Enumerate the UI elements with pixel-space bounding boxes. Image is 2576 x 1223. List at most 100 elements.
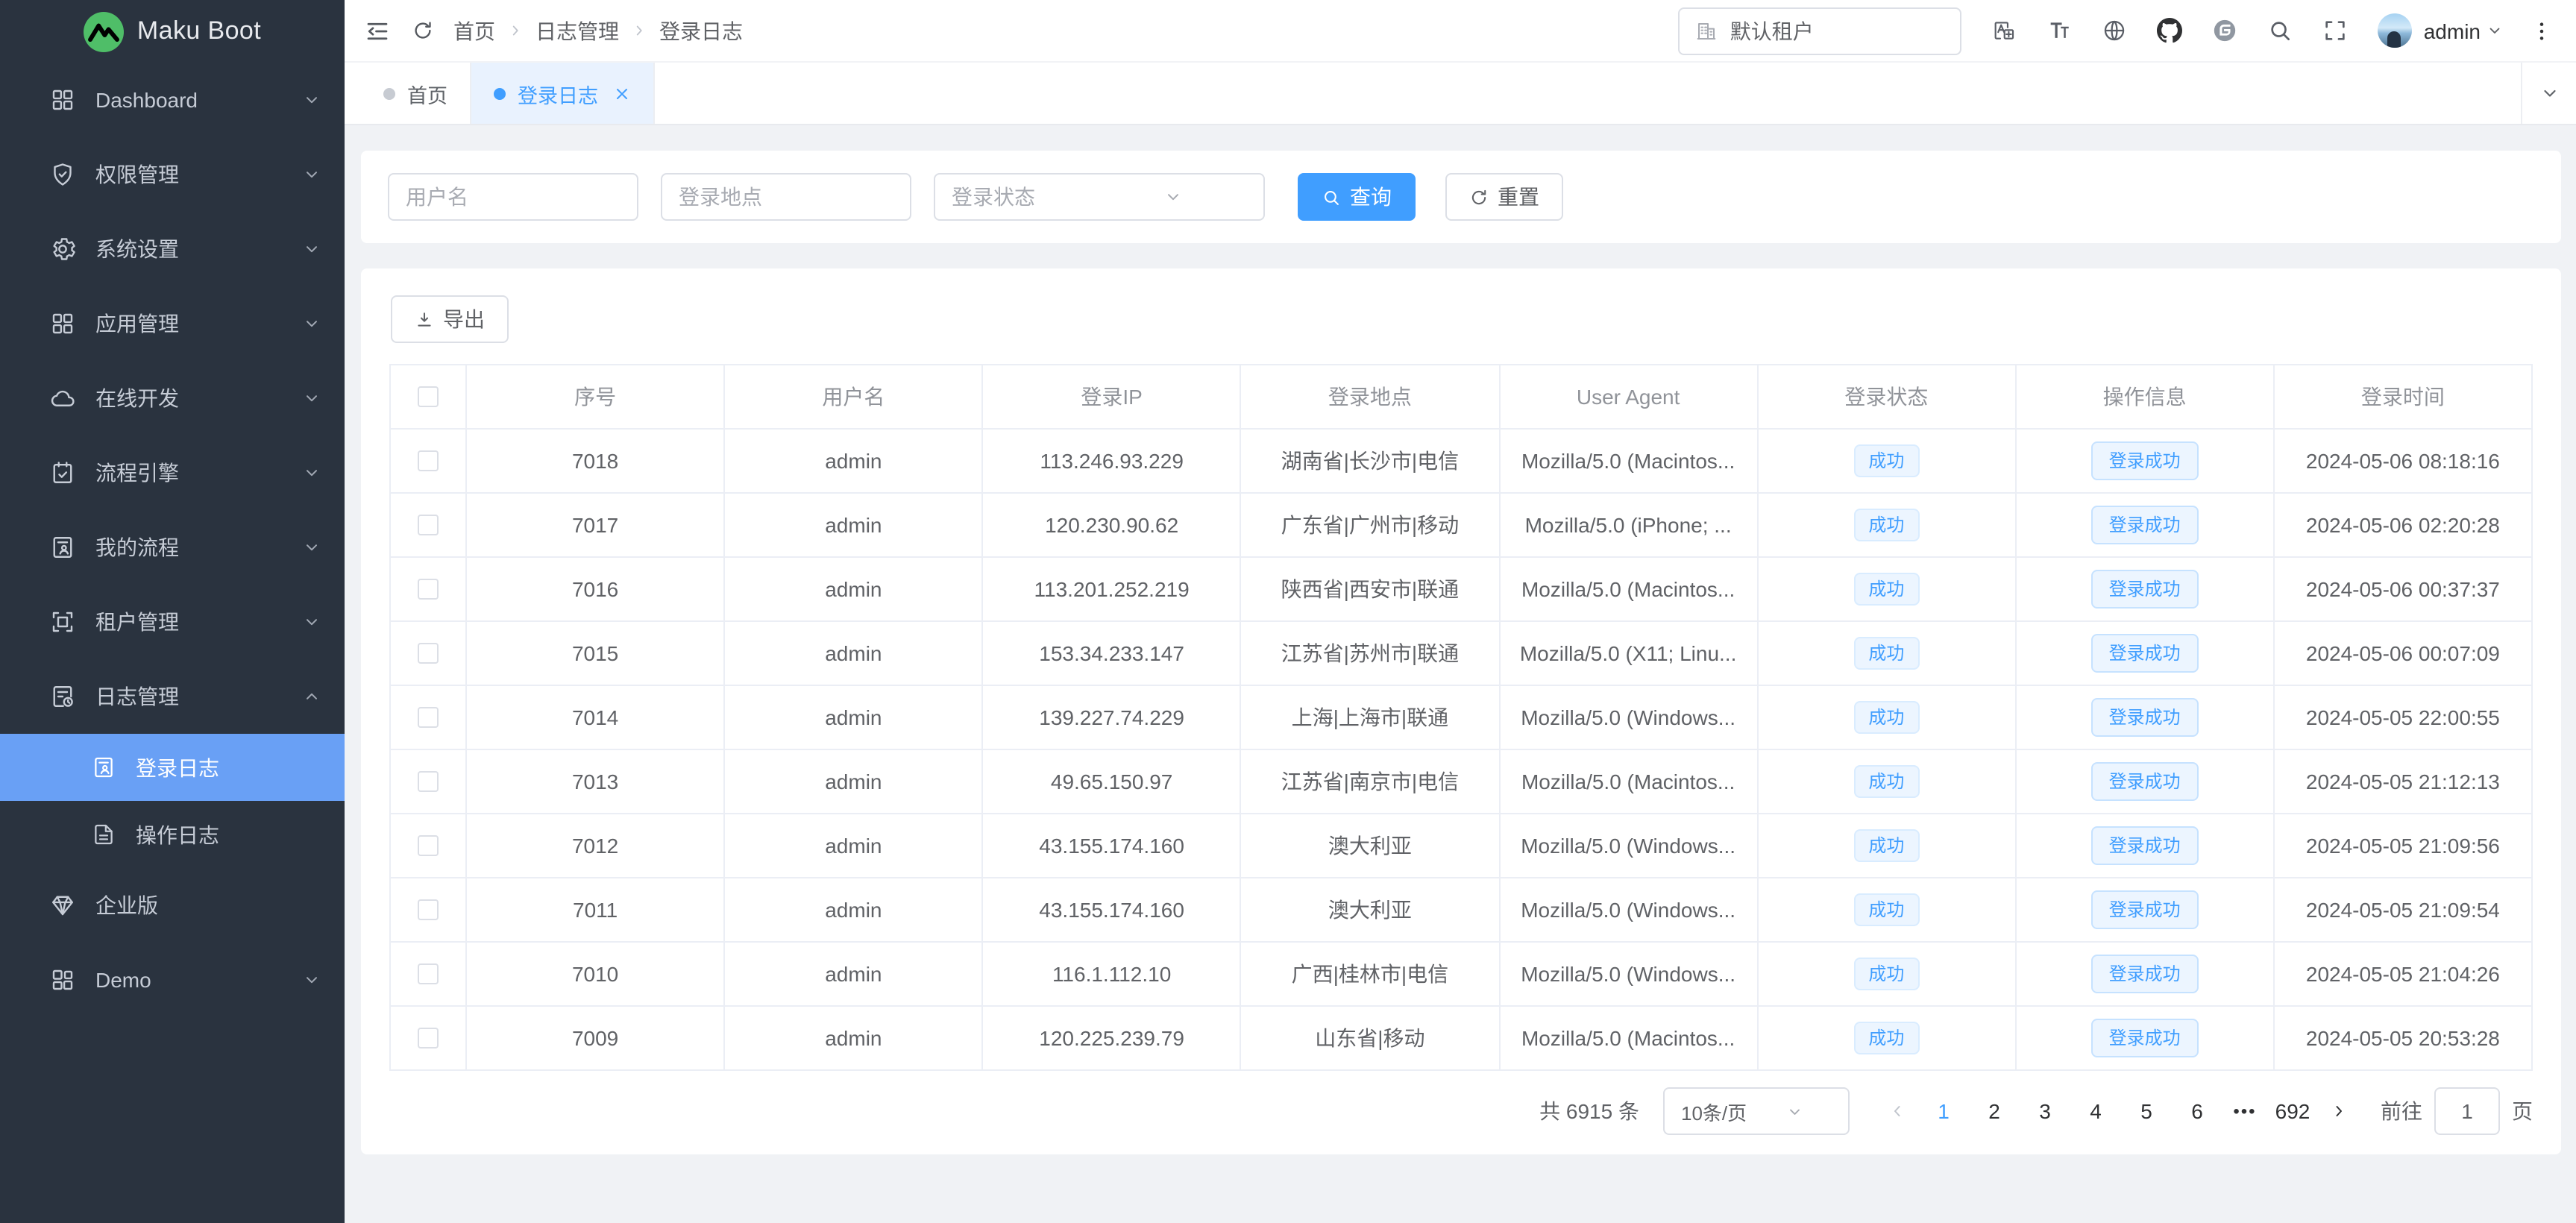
- operation-info-button[interactable]: 登录成功: [2091, 441, 2199, 480]
- tenant-select[interactable]: 默认租户: [1678, 7, 1961, 54]
- table-row: 7012admin43.155.174.160澳大利亚Mozilla/5.0 (…: [391, 814, 2533, 878]
- operation-info-button[interactable]: 登录成功: [2091, 698, 2199, 737]
- username-input[interactable]: [388, 173, 638, 221]
- page-button[interactable]: 2: [1969, 1087, 2020, 1135]
- username-label[interactable]: admin: [2424, 19, 2481, 43]
- row-checkbox[interactable]: [418, 835, 439, 856]
- more-pages-button[interactable]: •••: [2222, 1087, 2267, 1135]
- font-size-icon[interactable]: [2046, 18, 2072, 43]
- sidebar-item-my-flow[interactable]: 我的流程: [0, 510, 345, 585]
- chevron-down-icon[interactable]: [2487, 22, 2503, 39]
- page-size-value: 10条/页: [1681, 1097, 1756, 1125]
- more-options-icon[interactable]: [2530, 19, 2554, 43]
- row-checkbox[interactable]: [418, 579, 439, 600]
- tab-login-log[interactable]: 登录日志: [471, 63, 655, 124]
- translate-icon[interactable]: [1991, 18, 2017, 43]
- sidebar-item-system[interactable]: 系统设置: [0, 212, 345, 286]
- tab-dot-icon: [383, 87, 395, 99]
- search-button[interactable]: 查询: [1298, 173, 1416, 221]
- breadcrumb-home[interactable]: 首页: [453, 16, 495, 45]
- tabs-bar: 首页 登录日志: [345, 63, 2576, 125]
- goto-page-input[interactable]: [2434, 1087, 2500, 1135]
- row-checkbox[interactable]: [418, 771, 439, 792]
- export-button[interactable]: 导出: [391, 295, 509, 343]
- row-checkbox[interactable]: [418, 899, 439, 920]
- pagination-total: 共 6915 条: [1539, 1096, 1639, 1126]
- tab-list-dropdown[interactable]: [2521, 63, 2576, 124]
- page-number-list: 123456•••692: [1918, 1087, 2318, 1135]
- row-checkbox[interactable]: [418, 963, 439, 984]
- login-location-input[interactable]: [661, 173, 911, 221]
- operation-info-button[interactable]: 登录成功: [2091, 1019, 2199, 1057]
- row-username: admin: [725, 622, 983, 685]
- sidebar-item-apps[interactable]: 应用管理: [0, 286, 345, 361]
- chevron-down-icon: [303, 166, 321, 183]
- row-id: 7010: [467, 943, 725, 1005]
- row-checkbox[interactable]: [418, 450, 439, 471]
- sidebar-item-login-log[interactable]: 登录日志: [0, 734, 345, 801]
- reset-button[interactable]: 重置: [1445, 173, 1563, 221]
- operation-info-button[interactable]: 登录成功: [2091, 570, 2199, 609]
- login-status-placeholder: 登录状态: [952, 182, 1099, 212]
- tab-home[interactable]: 首页: [361, 63, 471, 124]
- operation-info-button[interactable]: 登录成功: [2091, 634, 2199, 673]
- row-user-agent: Mozilla/5.0 (Macintos...: [1500, 558, 1758, 620]
- table-row: 7016admin113.201.252.219陕西省|西安市|联通Mozill…: [391, 558, 2533, 622]
- sidebar-item-online-dev[interactable]: 在线开发: [0, 361, 345, 436]
- sidebar-item-dashboard[interactable]: Dashboard: [0, 63, 345, 137]
- gitee-icon[interactable]: [2212, 18, 2237, 43]
- user-avatar[interactable]: [2378, 13, 2412, 48]
- page-button[interactable]: 1: [1918, 1087, 1969, 1135]
- sidebar-item-workflow[interactable]: 流程引擎: [0, 436, 345, 510]
- row-checkbox[interactable]: [418, 1028, 439, 1048]
- select-all-checkbox[interactable]: [418, 386, 439, 407]
- breadcrumb-log-management[interactable]: 日志管理: [535, 16, 619, 45]
- search-icon[interactable]: [2267, 18, 2293, 43]
- row-login-ip: 120.230.90.62: [984, 494, 1242, 556]
- row-login-time: 2024-05-05 21:09:56: [2275, 814, 2533, 877]
- next-page-button[interactable]: [2318, 1087, 2360, 1135]
- refresh-icon[interactable]: [412, 19, 434, 42]
- row-checkbox[interactable]: [418, 643, 439, 664]
- login-status-tag: 成功: [1853, 444, 1919, 477]
- operation-info-button[interactable]: 登录成功: [2091, 955, 2199, 993]
- globe-icon[interactable]: [2102, 18, 2127, 43]
- page-button[interactable]: 4: [2070, 1087, 2121, 1135]
- sidebar-item-label: 租户管理: [95, 607, 303, 637]
- sidebar-item-enterprise[interactable]: 企业版: [0, 868, 345, 943]
- sidebar-item-demo[interactable]: Demo: [0, 943, 345, 1017]
- github-icon[interactable]: [2157, 18, 2182, 43]
- diamond-icon: [49, 892, 76, 919]
- row-checkbox[interactable]: [418, 707, 439, 728]
- row-username: admin: [725, 430, 983, 492]
- column-header: 登录时间: [2275, 365, 2533, 428]
- breadcrumb: 首页 日志管理 登录日志: [453, 16, 743, 45]
- fullscreen-icon[interactable]: [2322, 18, 2348, 43]
- sidebar-item-op-log[interactable]: 操作日志: [0, 801, 345, 868]
- table-header-row: 序号用户名登录IP登录地点User Agent登录状态操作信息登录时间: [391, 365, 2533, 430]
- table-row: 7011admin43.155.174.160澳大利亚Mozilla/5.0 (…: [391, 878, 2533, 943]
- operation-info-button[interactable]: 登录成功: [2091, 890, 2199, 929]
- login-status-select[interactable]: 登录状态: [934, 173, 1265, 221]
- page-size-select[interactable]: 10条/页: [1663, 1087, 1850, 1135]
- sidebar-item-tenant[interactable]: 租户管理: [0, 585, 345, 659]
- operation-info-button[interactable]: 登录成功: [2091, 506, 2199, 544]
- prev-page-button[interactable]: [1876, 1087, 1918, 1135]
- row-login-ip: 139.227.74.229: [984, 686, 1242, 749]
- sidebar-item-log[interactable]: 日志管理: [0, 659, 345, 734]
- row-checkbox[interactable]: [418, 515, 439, 535]
- workflow-icon: [49, 459, 76, 486]
- page-button[interactable]: 3: [2020, 1087, 2070, 1135]
- operation-info-button[interactable]: 登录成功: [2091, 826, 2199, 865]
- page-button[interactable]: 5: [2121, 1087, 2172, 1135]
- page-button[interactable]: 6: [2172, 1087, 2222, 1135]
- search-button-label: 查询: [1350, 182, 1392, 212]
- close-icon[interactable]: [613, 84, 631, 102]
- last-page-button[interactable]: 692: [2267, 1087, 2318, 1135]
- operation-info-button[interactable]: 登录成功: [2091, 762, 2199, 801]
- login-status-tag: 成功: [1853, 829, 1919, 862]
- row-id: 7016: [467, 558, 725, 620]
- sidebar-item-permission[interactable]: 权限管理: [0, 137, 345, 212]
- sidebar-collapse-icon[interactable]: [364, 17, 391, 44]
- sidebar-item-label: 我的流程: [95, 532, 303, 562]
